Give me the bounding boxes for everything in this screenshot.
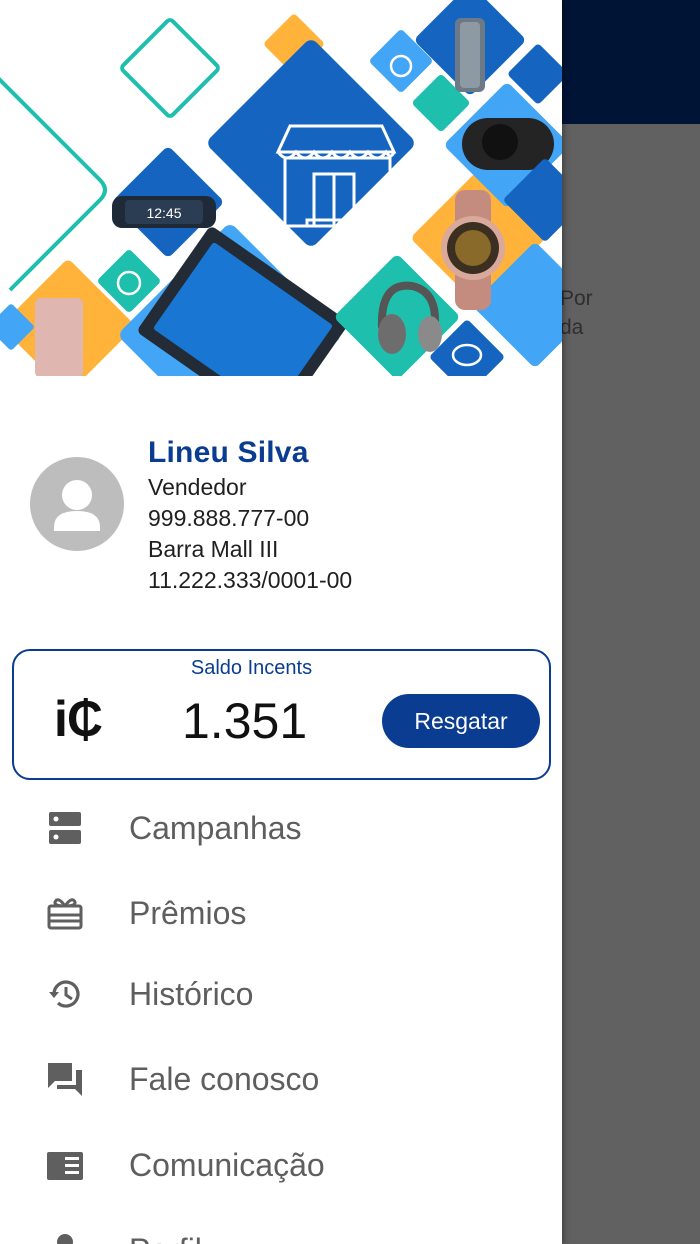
background-text-line: da — [560, 316, 584, 339]
menu-label: Fale conosco — [129, 1061, 320, 1097]
gift-icon — [47, 898, 83, 930]
profile-cpf: 999.888.777-00 — [148, 505, 310, 531]
menu-item-premios[interactable]: Prêmios — [0, 877, 562, 947]
band-time: 12:45 — [146, 205, 181, 221]
balance-value: 1.351 — [182, 693, 308, 749]
menu-label: Histórico — [129, 976, 254, 1012]
menu-label: Comunicação — [129, 1147, 325, 1183]
profile-role: Vendedor — [148, 474, 247, 500]
person-icon — [54, 480, 100, 531]
menu-item-historico[interactable]: Histórico — [0, 958, 562, 1028]
menu-item-fale-conosco[interactable]: Fale conosco — [0, 1043, 562, 1113]
profile-cnpj: 11.222.333/0001-00 — [148, 567, 353, 593]
balance-card: Saldo Incents i₵ 1.351 Resgatar — [12, 649, 551, 780]
chat-icon — [48, 1063, 82, 1096]
incents-logo: i₵ — [54, 691, 103, 747]
background-text-line: Por — [560, 287, 593, 310]
profile-store: Barra Mall III — [148, 536, 279, 562]
redeem-button[interactable]: Resgatar — [382, 694, 540, 748]
banner-illustration: 12:45 — [0, 0, 562, 376]
menu-label: Campanhas — [129, 810, 302, 846]
powerbank-image — [35, 298, 83, 376]
menu-item-comunicacao[interactable]: Comunicação — [0, 1129, 562, 1199]
banner-outline-diamond — [120, 18, 220, 118]
background-text: Por da — [560, 284, 593, 342]
newspaper-icon — [47, 1152, 83, 1180]
profile-info: Lineu Silva Vendedor 999.888.777-00 Barr… — [148, 434, 352, 596]
drawer-banner: 12:45 — [0, 0, 562, 376]
menu-item-campanhas[interactable]: Campanhas — [0, 792, 562, 862]
menu-label: Perfil — [129, 1230, 202, 1244]
navigation-drawer: 12:45 Lineu Silva Vendedor 999.888.777-0… — [0, 0, 562, 1244]
avatar[interactable] — [30, 457, 124, 551]
person-icon — [57, 1234, 73, 1244]
banner-outline-shape — [0, 77, 107, 292]
balance-label: Saldo Incents — [190, 657, 313, 679]
campaigns-icon — [49, 812, 81, 844]
history-icon — [49, 980, 80, 1008]
menu-item-perfil[interactable]: Perfil — [0, 1214, 562, 1244]
menu-label: Prêmios — [129, 895, 247, 931]
profile-name: Lineu Silva — [148, 436, 309, 469]
